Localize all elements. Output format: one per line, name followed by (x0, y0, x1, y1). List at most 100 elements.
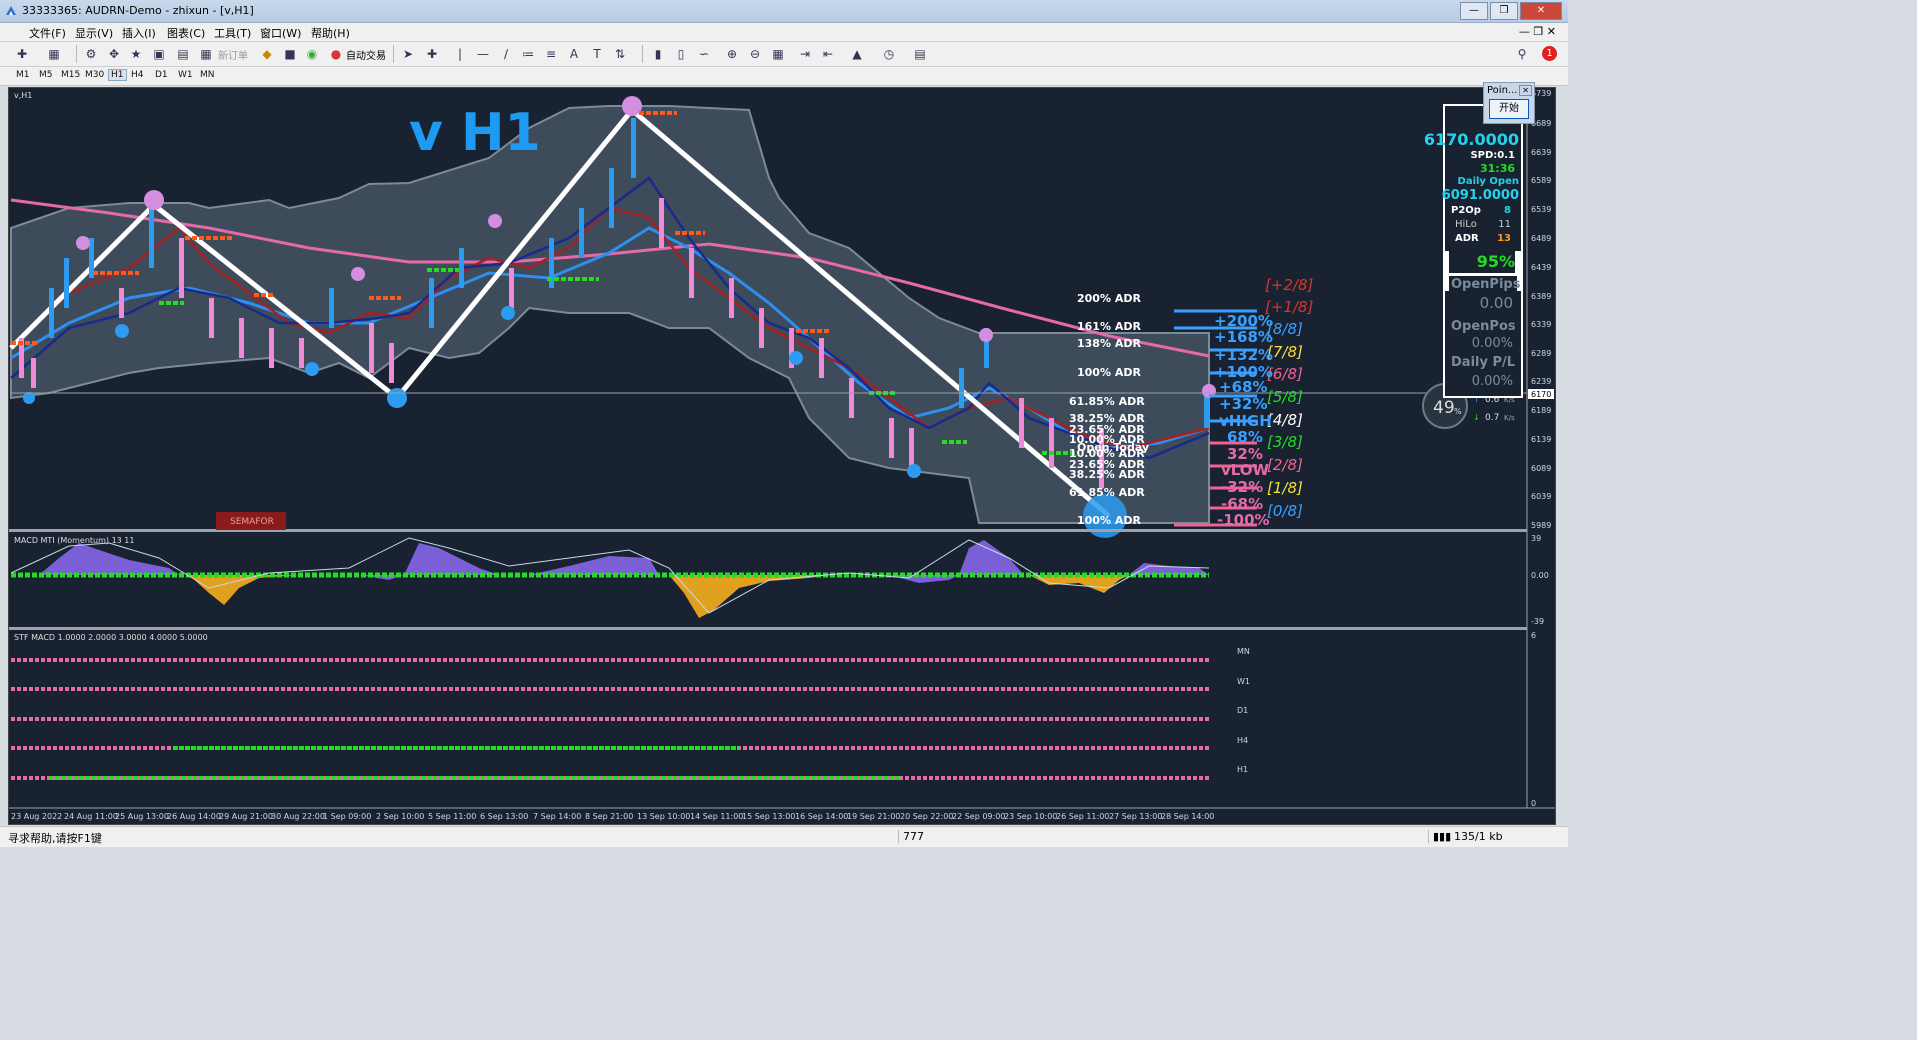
timeframe-bar: M1 M5 M15 M30 H1 H4 D1 W1 MN (0, 67, 1568, 86)
time-tick: 27 Sep 13:00 (1109, 812, 1162, 821)
price-tick: 6189 (1531, 406, 1551, 415)
mdi-controls[interactable]: — ❐ ✕ (1519, 25, 1556, 38)
adr-label: 138% ADR (1077, 337, 1141, 350)
pct-label: +132% (1214, 346, 1273, 364)
market-watch-icon[interactable]: ⚙ (83, 46, 99, 62)
time-tick: 6 Sep 13:00 (480, 812, 528, 821)
candlestick-icon[interactable]: ▯ (673, 46, 689, 62)
murrey-label: [5/8] (1267, 388, 1303, 406)
time-tick: 26 Aug 14:00 (167, 812, 221, 821)
restore-button[interactable]: ❐ (1490, 2, 1518, 20)
price-tick: 6589 (1531, 176, 1551, 185)
connection-icon: ▮▮▮ (1428, 830, 1451, 843)
templates-icon[interactable]: ▤ (912, 46, 928, 62)
tf-m1[interactable]: M1 (16, 70, 30, 80)
fibonacci-icon[interactable]: ≡ (543, 46, 559, 62)
murrey-label: [+2/8] (1265, 276, 1314, 294)
tf-mn[interactable]: MN (200, 70, 215, 80)
new-order-button[interactable]: 新订单 (218, 47, 248, 62)
menu-file[interactable]: 文件(F) (29, 25, 66, 41)
tf-h1[interactable]: H1 (108, 69, 127, 81)
menu-help[interactable]: 帮助(H) (311, 25, 350, 41)
data-window-icon[interactable]: ★ (128, 46, 144, 62)
time-tick: 2 Sep 10:00 (376, 812, 424, 821)
download-speed: 0.7 (1485, 413, 1499, 423)
info-panel: 6170.0000 SPD:0.1 31:36 Daily Open 6091.… (1424, 104, 1523, 398)
pct-label: vLOW (1221, 461, 1270, 479)
price-tick: 6239 (1531, 377, 1551, 386)
minimize-button[interactable]: — (1460, 2, 1488, 20)
tf-m5[interactable]: M5 (39, 70, 53, 80)
line-chart-icon[interactable]: ∽ (696, 46, 712, 62)
info-daily-open-label: Daily Open (1457, 176, 1519, 187)
tf-w1[interactable]: W1 (178, 70, 193, 80)
cursor-icon[interactable]: ➤ (400, 46, 416, 62)
murrey-label: [1/8] (1267, 479, 1303, 497)
new-order-icon[interactable]: ▦ (198, 46, 214, 62)
time-tick: 15 Sep 13:00 (742, 812, 795, 821)
points-panel[interactable]: Poin... ✕ 开始 (1483, 82, 1535, 124)
info-openpips: 0.00 (1479, 294, 1513, 312)
text-icon[interactable]: A (566, 46, 582, 62)
time-tick: 24 Aug 11:00 (64, 812, 118, 821)
chart-window[interactable]: v,H1 v H1 SEMAFOR MACD MTI (Momentum) 13… (8, 82, 1556, 825)
bar-chart-icon[interactable]: ▮ (650, 46, 666, 62)
signals-icon[interactable]: ◉ (304, 46, 320, 62)
speed-percent: 49 (1433, 398, 1455, 418)
adr-label: 100% ADR (1077, 366, 1141, 379)
adr-label: 200% ADR (1077, 292, 1141, 305)
menu-chart[interactable]: 图表(C) (167, 25, 205, 41)
start-button[interactable]: 开始 (1489, 99, 1529, 119)
arrows-icon[interactable]: ⇅ (612, 46, 628, 62)
menu-tools[interactable]: 工具(T) (214, 25, 251, 41)
periods-icon[interactable]: ◷ (881, 46, 897, 62)
zoom-in-icon[interactable]: ⊕ (724, 46, 740, 62)
label-icon[interactable]: T (589, 46, 605, 62)
tf-m30[interactable]: M30 (85, 70, 104, 80)
price-tick: 6089 (1531, 464, 1551, 473)
status-value: 777 (898, 830, 924, 843)
time-tick: 30 Aug 22:00 (271, 812, 325, 821)
autoscroll-icon[interactable]: ⇥ (797, 46, 813, 62)
title-bar: 33333365: AUDRN-Demo - zhixun - [v,H1] —… (0, 0, 1568, 23)
points-panel-close[interactable]: ✕ (1519, 85, 1532, 96)
tf-d1[interactable]: D1 (155, 70, 168, 80)
notification-badge[interactable]: 1 (1542, 46, 1557, 61)
tf-m15[interactable]: M15 (61, 70, 80, 80)
navigator-icon[interactable]: ✥ (106, 46, 122, 62)
close-button[interactable]: ✕ (1520, 2, 1562, 20)
new-chart-icon[interactable]: ✚ (14, 46, 30, 62)
current-price-tick: 6170 (1531, 390, 1551, 399)
semafor-button-label: SEMAFOR (230, 517, 274, 527)
channel-icon[interactable]: ≔ (520, 46, 536, 62)
status-help: 寻求帮助,请按F1键 (8, 832, 102, 845)
info-openpips-label: OpenPips (1451, 277, 1521, 292)
metaeditor-icon[interactable]: ◆ (259, 46, 275, 62)
chart-canvas[interactable]: v,H1 v H1 SEMAFOR MACD MTI (Momentum) 13… (9, 88, 1555, 824)
indicators-icon[interactable]: ▲ (849, 46, 865, 62)
horizontal-line-icon[interactable]: — (475, 46, 491, 62)
tester-icon[interactable]: ▤ (175, 46, 191, 62)
price-tick: 6039 (1531, 492, 1551, 501)
chart-shift-icon[interactable]: ⇤ (820, 46, 836, 62)
profiles-icon[interactable]: ▦ (46, 46, 62, 62)
vertical-line-icon[interactable]: | (452, 46, 468, 62)
trendline-icon[interactable]: ∕ (498, 46, 514, 62)
tf-h4[interactable]: H4 (131, 70, 144, 80)
search-icon[interactable]: ⚲ (1514, 46, 1530, 62)
adr-label: 100% ADR (1077, 514, 1141, 527)
menu-window[interactable]: 窗口(W) (260, 25, 301, 41)
menu-view[interactable]: 显示(V) (75, 25, 113, 41)
info-daily-open: 6091.0000 (1441, 188, 1519, 203)
terminal-icon[interactable]: ▣ (151, 46, 167, 62)
autotrade-icon[interactable]: ● (328, 46, 344, 62)
stf-axis-top: 6 (1531, 631, 1536, 640)
market-icon[interactable]: ■ (282, 46, 298, 62)
time-tick: 26 Sep 11:00 (1056, 812, 1109, 821)
crosshair-icon[interactable]: ✚ (424, 46, 440, 62)
zoom-out-icon[interactable]: ⊖ (747, 46, 763, 62)
info-dailypl: 0.00% (1471, 374, 1513, 389)
autotrade-button[interactable]: 自动交易 (346, 47, 386, 62)
tile-windows-icon[interactable]: ▦ (770, 46, 786, 62)
menu-insert[interactable]: 插入(I) (122, 25, 156, 41)
